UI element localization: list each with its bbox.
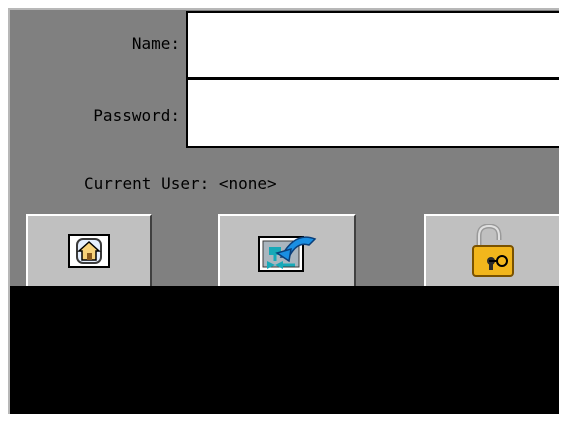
home-button[interactable] [26, 214, 152, 288]
login-panel: Name: Password: Current User: <none> [8, 8, 559, 414]
back-to-screen-icon [255, 227, 319, 275]
unlock-icon [469, 224, 517, 278]
name-field[interactable] [186, 11, 559, 79]
home-icon [67, 233, 111, 269]
unlock-button[interactable] [424, 214, 559, 288]
lower-display-area [10, 286, 559, 414]
password-label: Password: [93, 106, 180, 125]
current-user-status: Current User: <none> [84, 174, 277, 193]
name-label: Name: [131, 34, 180, 53]
back-to-screen-button[interactable] [218, 214, 356, 288]
password-field[interactable] [186, 78, 559, 148]
